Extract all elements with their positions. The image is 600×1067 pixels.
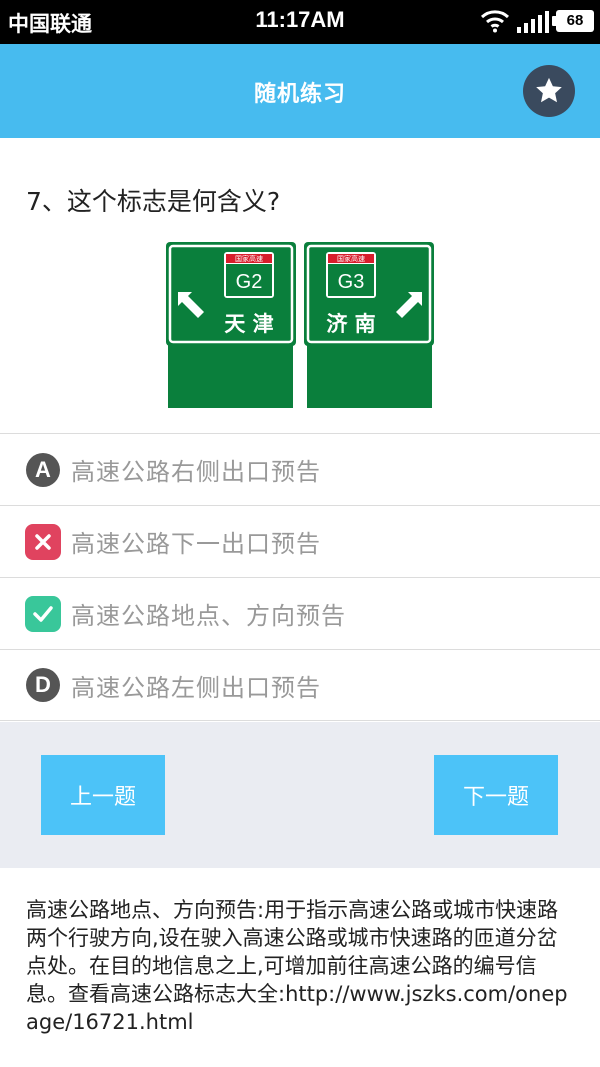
signal-icon [516,10,550,38]
previous-question-button[interactable]: 上一题 [41,755,165,835]
navigation-bar: 上一题 下一题 [0,722,600,868]
wifi-icon [480,9,510,37]
status-bar: 中国联通 11:17AM 68 [0,0,600,44]
next-question-button[interactable]: 下一题 [434,755,558,835]
sign-right-panel: 国家高速 G3 济 南 [304,242,434,408]
answer-options: A 高速公路右侧出口预告 高速公路下一出口预告 高速公路地点、方向预告 D 高速… [0,433,600,721]
star-icon [536,77,562,103]
app-header: 随机练习 [0,44,600,138]
option-text: 高速公路右侧出口预告 [71,458,321,486]
option-a-marker: A [26,452,60,487]
clock: 11:17AM [255,7,345,32]
sign-left-city: 天 津 [224,312,273,336]
sign-left-panel: 国家高速 G2 天 津 [166,242,296,408]
check-icon [25,595,61,632]
answer-explanation: 高速公路地点、方向预告:用于指示高速公路或城市快速路两个行驶方向,设在驶入高速公… [26,898,568,1034]
sign-right-code: G3 [338,271,365,293]
x-icon [25,523,61,560]
option-a[interactable]: A 高速公路右侧出口预告 [0,433,600,505]
sign-right-badge: 国家高速 [337,254,365,263]
option-d-marker: D [26,668,60,702]
option-text: 高速公路左侧出口预告 [71,673,321,702]
option-text: 高速公路下一出口预告 [71,530,321,558]
option-d[interactable]: D 高速公路左侧出口预告 [0,649,600,721]
option-text: 高速公路地点、方向预告 [71,602,346,630]
page-title: 随机练习 [253,82,346,107]
option-c[interactable]: 高速公路地点、方向预告 [0,577,600,649]
battery-indicator: 68 [552,10,594,32]
favorite-button[interactable] [523,65,575,117]
sign-left-code: G2 [236,271,263,293]
sign-left-badge: 国家高速 [235,254,263,263]
sign-right-city: 济 南 [326,312,375,336]
option-b[interactable]: 高速公路下一出口预告 [0,505,600,577]
highway-sign-image: 国家高速 G2 天 津 国家高速 G3 济 南 [166,242,434,408]
question-text: 7、这个标志是何含义? [26,187,281,216]
